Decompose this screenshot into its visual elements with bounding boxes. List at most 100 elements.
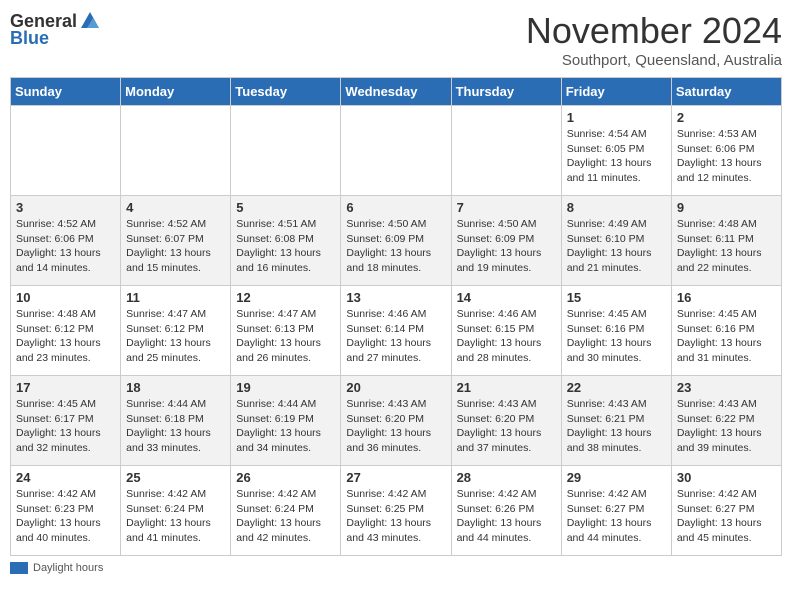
logo-icon [79, 10, 101, 32]
weekday-header-wednesday: Wednesday [341, 78, 451, 106]
day-number: 1 [567, 110, 666, 125]
day-number: 26 [236, 470, 335, 485]
calendar-cell [11, 106, 121, 196]
page-header: General Blue November 2024 Southport, Qu… [10, 10, 782, 69]
day-info: Sunrise: 4:49 AM Sunset: 6:10 PM Dayligh… [567, 217, 666, 276]
calendar-cell: 30 Sunrise: 4:42 AM Sunset: 6:27 PM Dayli… [671, 466, 781, 556]
day-info: Sunrise: 4:43 AM Sunset: 6:20 PM Dayligh… [346, 397, 445, 456]
day-info: Sunrise: 4:48 AM Sunset: 6:11 PM Dayligh… [677, 217, 776, 276]
day-info: Sunrise: 4:44 AM Sunset: 6:18 PM Dayligh… [126, 397, 225, 456]
calendar-cell: 11Sunrise: 4:47 AM Sunset: 6:12 PM Dayli… [121, 286, 231, 376]
day-info: Sunrise: 4:45 AM Sunset: 6:17 PM Dayligh… [16, 397, 115, 456]
day-info: Sunrise: 4:52 AM Sunset: 6:06 PM Dayligh… [16, 217, 115, 276]
calendar-cell: 24 Sunrise: 4:42 AM Sunset: 6:23 PM Dayli… [11, 466, 121, 556]
day-info: Sunrise: 4:48 AM Sunset: 6:12 PM Dayligh… [16, 307, 115, 366]
day-number: 3 [16, 200, 115, 215]
day-number: 13 [346, 290, 445, 305]
day-info: Sunrise: 4:50 AM Sunset: 6:09 PM Dayligh… [457, 217, 556, 276]
day-number: 2 [677, 110, 776, 125]
day-info: Sunrise: 4:53 AM Sunset: 6:06 PM Dayligh… [677, 127, 776, 186]
calendar-week-row: 3 Sunrise: 4:52 AM Sunset: 6:06 PM Daylig… [11, 196, 782, 286]
day-number: 7 [457, 200, 556, 215]
day-number: 27 [346, 470, 445, 485]
day-info: Sunrise: 4:42 AM Sunset: 6:25 PM Dayligh… [346, 487, 445, 546]
day-info: Sunrise: 4:42 AM Sunset: 6:23 PM Dayligh… [16, 487, 115, 546]
weekday-header-monday: Monday [121, 78, 231, 106]
day-number: 21 [457, 380, 556, 395]
day-info: Sunrise: 4:47 AM Sunset: 6:13 PM Dayligh… [236, 307, 335, 366]
calendar-cell: 25 Sunrise: 4:42 AM Sunset: 6:24 PM Dayli… [121, 466, 231, 556]
calendar-cell: 4Sunrise: 4:52 AM Sunset: 6:07 PM Daylig… [121, 196, 231, 286]
day-info: Sunrise: 4:46 AM Sunset: 6:15 PM Dayligh… [457, 307, 556, 366]
weekday-header-friday: Friday [561, 78, 671, 106]
calendar-week-row: 17 Sunrise: 4:45 AM Sunset: 6:17 PM Dayli… [11, 376, 782, 466]
calendar-week-row: 1 Sunrise: 4:54 AM Sunset: 6:05 PM Daylig… [11, 106, 782, 196]
day-number: 15 [567, 290, 666, 305]
day-info: Sunrise: 4:51 AM Sunset: 6:08 PM Dayligh… [236, 217, 335, 276]
calendar-cell: 8Sunrise: 4:49 AM Sunset: 6:10 PM Daylig… [561, 196, 671, 286]
calendar-week-row: 10Sunrise: 4:48 AM Sunset: 6:12 PM Dayli… [11, 286, 782, 376]
calendar-cell [341, 106, 451, 196]
day-info: Sunrise: 4:43 AM Sunset: 6:21 PM Dayligh… [567, 397, 666, 456]
weekday-header-sunday: Sunday [11, 78, 121, 106]
day-info: Sunrise: 4:42 AM Sunset: 6:24 PM Dayligh… [236, 487, 335, 546]
calendar-cell: 17 Sunrise: 4:45 AM Sunset: 6:17 PM Dayli… [11, 376, 121, 466]
calendar-cell: 26 Sunrise: 4:42 AM Sunset: 6:24 PM Dayli… [231, 466, 341, 556]
day-number: 24 [16, 470, 115, 485]
legend-color [10, 562, 28, 574]
day-info: Sunrise: 4:50 AM Sunset: 6:09 PM Dayligh… [346, 217, 445, 276]
weekday-header-tuesday: Tuesday [231, 78, 341, 106]
calendar-cell: 6 Sunrise: 4:50 AM Sunset: 6:09 PM Daylig… [341, 196, 451, 286]
day-number: 20 [346, 380, 445, 395]
day-number: 14 [457, 290, 556, 305]
day-info: Sunrise: 4:42 AM Sunset: 6:26 PM Dayligh… [457, 487, 556, 546]
weekday-header-saturday: Saturday [671, 78, 781, 106]
logo-blue-text: Blue [10, 28, 49, 49]
legend: Daylight hours [10, 562, 782, 574]
month-title: November 2024 [526, 10, 782, 52]
weekday-header-row: SundayMondayTuesdayWednesdayThursdayFrid… [11, 78, 782, 106]
day-info: Sunrise: 4:42 AM Sunset: 6:24 PM Dayligh… [126, 487, 225, 546]
calendar-cell: 15Sunrise: 4:45 AM Sunset: 6:16 PM Dayli… [561, 286, 671, 376]
day-info: Sunrise: 4:42 AM Sunset: 6:27 PM Dayligh… [567, 487, 666, 546]
day-info: Sunrise: 4:54 AM Sunset: 6:05 PM Dayligh… [567, 127, 666, 186]
logo: General Blue [10, 10, 101, 49]
day-number: 29 [567, 470, 666, 485]
calendar-cell: 28Sunrise: 4:42 AM Sunset: 6:26 PM Dayli… [451, 466, 561, 556]
calendar-cell [231, 106, 341, 196]
location-subtitle: Southport, Queensland, Australia [526, 52, 782, 69]
day-number: 16 [677, 290, 776, 305]
day-number: 18 [126, 380, 225, 395]
day-info: Sunrise: 4:44 AM Sunset: 6:19 PM Dayligh… [236, 397, 335, 456]
day-info: Sunrise: 4:43 AM Sunset: 6:20 PM Dayligh… [457, 397, 556, 456]
calendar-cell: 18 Sunrise: 4:44 AM Sunset: 6:18 PM Dayli… [121, 376, 231, 466]
day-info: Sunrise: 4:43 AM Sunset: 6:22 PM Dayligh… [677, 397, 776, 456]
day-number: 5 [236, 200, 335, 215]
day-info: Sunrise: 4:42 AM Sunset: 6:27 PM Dayligh… [677, 487, 776, 546]
calendar-cell: 16 Sunrise: 4:45 AM Sunset: 6:16 PM Dayli… [671, 286, 781, 376]
title-area: November 2024 Southport, Queensland, Aus… [526, 10, 782, 69]
calendar-cell: 13Sunrise: 4:46 AM Sunset: 6:14 PM Dayli… [341, 286, 451, 376]
calendar-cell: 22Sunrise: 4:43 AM Sunset: 6:21 PM Dayli… [561, 376, 671, 466]
calendar-cell: 12Sunrise: 4:47 AM Sunset: 6:13 PM Dayli… [231, 286, 341, 376]
calendar-cell: 10Sunrise: 4:48 AM Sunset: 6:12 PM Dayli… [11, 286, 121, 376]
day-number: 6 [346, 200, 445, 215]
calendar-cell: 21 Sunrise: 4:43 AM Sunset: 6:20 PM Dayli… [451, 376, 561, 466]
calendar-cell [121, 106, 231, 196]
day-number: 30 [677, 470, 776, 485]
calendar-cell: 3 Sunrise: 4:52 AM Sunset: 6:06 PM Daylig… [11, 196, 121, 286]
calendar-cell: 9 Sunrise: 4:48 AM Sunset: 6:11 PM Daylig… [671, 196, 781, 286]
calendar-cell: 27 Sunrise: 4:42 AM Sunset: 6:25 PM Dayli… [341, 466, 451, 556]
day-number: 25 [126, 470, 225, 485]
calendar-cell: 23Sunrise: 4:43 AM Sunset: 6:22 PM Dayli… [671, 376, 781, 466]
weekday-header-thursday: Thursday [451, 78, 561, 106]
calendar-week-row: 24 Sunrise: 4:42 AM Sunset: 6:23 PM Dayli… [11, 466, 782, 556]
calendar-table: SundayMondayTuesdayWednesdayThursdayFrid… [10, 77, 782, 556]
day-info: Sunrise: 4:47 AM Sunset: 6:12 PM Dayligh… [126, 307, 225, 366]
day-info: Sunrise: 4:45 AM Sunset: 6:16 PM Dayligh… [677, 307, 776, 366]
calendar-cell: 1 Sunrise: 4:54 AM Sunset: 6:05 PM Daylig… [561, 106, 671, 196]
legend-label: Daylight hours [33, 562, 103, 574]
day-number: 17 [16, 380, 115, 395]
calendar-cell: 2 Sunrise: 4:53 AM Sunset: 6:06 PM Daylig… [671, 106, 781, 196]
day-number: 9 [677, 200, 776, 215]
